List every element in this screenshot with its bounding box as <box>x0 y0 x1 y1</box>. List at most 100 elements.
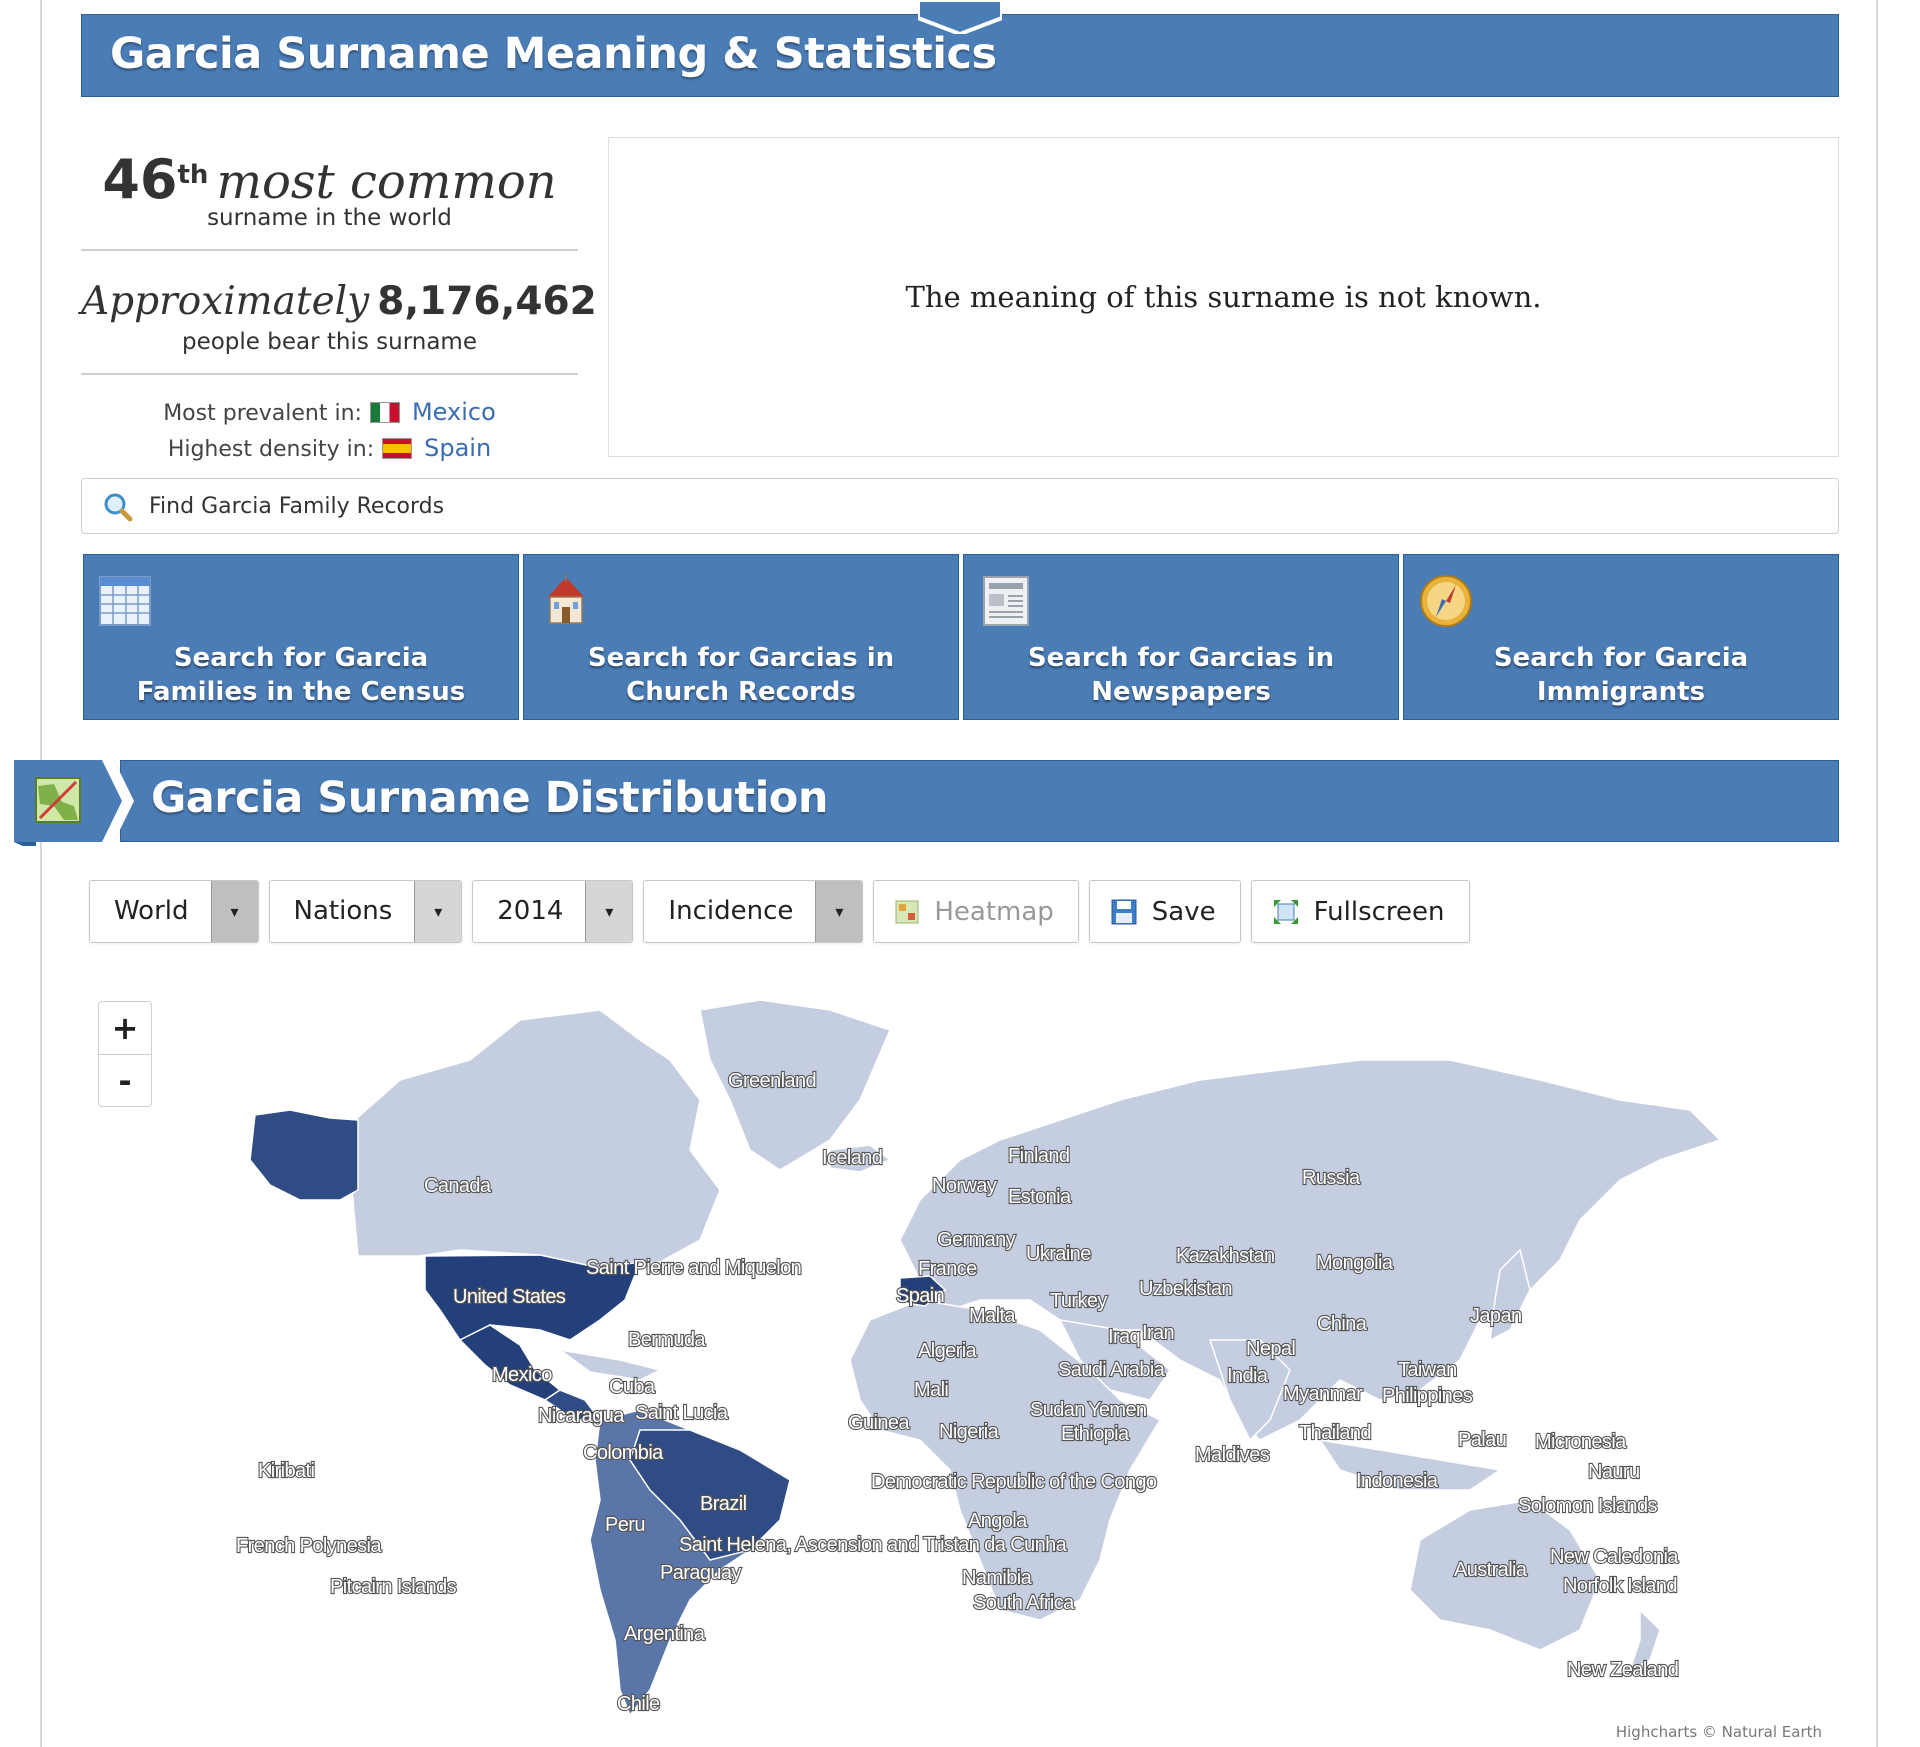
label-greenland: Greenland <box>728 1070 816 1092</box>
tile-newspapers-line2: Newspapers <box>1091 677 1271 707</box>
label-france: France <box>918 1258 977 1280</box>
label-kiribati: Kiribati <box>258 1460 314 1482</box>
label-norfolk: Norfolk Island <box>1563 1575 1677 1597</box>
mexico-region <box>458 1324 562 1401</box>
census-table-icon <box>99 576 151 626</box>
label-iran: Iran <box>1142 1322 1174 1344</box>
label-brazil: Brazil <box>700 1493 747 1515</box>
tile-immigrants-line1: Search for Garcia <box>1493 643 1749 673</box>
prevalence-info: Most prevalent in: Mexico Highest density… <box>81 375 578 467</box>
label-peru: Peru <box>605 1514 645 1536</box>
surname-stats: 46th most common surname in the world App… <box>81 137 597 467</box>
label-spain: Spain <box>896 1285 944 1307</box>
label-indonesia: Indonesia <box>1356 1470 1439 1492</box>
rank-text: most common <box>216 154 557 210</box>
label-china: China <box>1317 1313 1368 1335</box>
newspaper-icon <box>983 576 1029 626</box>
heatmap-button[interactable]: Heatmap <box>873 880 1079 943</box>
level-select[interactable]: Nations ▾ <box>268 880 463 943</box>
label-malta: Malta <box>969 1305 1016 1327</box>
label-cuba: Cuba <box>609 1376 656 1398</box>
record-search-tiles: Search for Garcia Families in the Census … <box>83 554 1839 720</box>
distribution-title: Garcia Surname Distribution <box>151 773 828 823</box>
zoom-controls: + - <box>98 1001 152 1107</box>
magnifier-icon <box>104 493 133 522</box>
label-canada: Canada <box>424 1175 492 1197</box>
population-subtitle: people bear this surname <box>181 329 477 355</box>
fullscreen-button[interactable]: Fullscreen <box>1250 880 1470 943</box>
tile-church-line2: Church Records <box>626 677 856 707</box>
label-germany: Germany <box>937 1229 1016 1251</box>
label-micronesia: Micronesia <box>1535 1431 1627 1453</box>
density-country-link[interactable]: Spain <box>424 434 491 462</box>
rank-stat: 46th most common surname in the world <box>81 137 578 251</box>
meaning-text: The meaning of this surname is not known… <box>905 280 1542 314</box>
year-select[interactable]: 2014 ▾ <box>472 880 634 943</box>
label-iceland: Iceland <box>822 1147 882 1169</box>
label-mali: Mali <box>914 1379 948 1401</box>
tile-immigrants-line2: Immigrants <box>1536 677 1706 707</box>
meaning-panel: The meaning of this surname is not known… <box>608 137 1839 457</box>
year-value: 2014 <box>497 896 564 926</box>
save-button[interactable]: Save <box>1088 880 1241 943</box>
population-stat: Approximately 8,176,462 people bear this … <box>81 251 597 375</box>
label-sudan: Sudan <box>1030 1399 1085 1421</box>
label-russia: Russia <box>1302 1167 1361 1189</box>
label-saint-lucia: Saint Lucia <box>635 1402 729 1424</box>
zoom-in-button[interactable]: + <box>99 1002 151 1054</box>
label-united-states: United States <box>453 1286 566 1308</box>
tile-church-records[interactable]: Search for Garcias in Church Records <box>523 554 959 720</box>
chevron-down-icon: ▾ <box>815 881 863 942</box>
canada-region <box>351 1009 721 1269</box>
prevalent-country-link[interactable]: Mexico <box>412 398 496 426</box>
alaska-region <box>249 1109 359 1201</box>
measure-value: Incidence <box>668 896 794 926</box>
label-india: India <box>1227 1365 1269 1387</box>
label-japan: Japan <box>1470 1305 1522 1327</box>
label-french-polynesia: French Polynesia <box>236 1535 382 1557</box>
fullscreen-label: Fullscreen <box>1313 896 1445 927</box>
page-title: Garcia Surname Meaning & Statistics <box>110 29 997 79</box>
label-estonia: Estonia <box>1008 1186 1072 1208</box>
tile-census-line2: Families in the Census <box>136 677 466 707</box>
label-finland: Finland <box>1008 1145 1069 1167</box>
label-solomon: Solomon Islands <box>1518 1495 1657 1517</box>
label-philippines: Philippines <box>1382 1385 1473 1407</box>
tile-newspapers[interactable]: Search for Garcias in Newspapers <box>963 554 1399 720</box>
label-myanmar: Myanmar <box>1283 1383 1363 1405</box>
population-prefix: Approximately <box>81 279 370 324</box>
label-ukraine: Ukraine <box>1026 1243 1091 1265</box>
distribution-map[interactable]: Greenland Iceland Finland Norway Estonia… <box>95 990 1840 1740</box>
mexico-flag-icon <box>369 401 400 423</box>
label-thailand: Thailand <box>1299 1422 1371 1444</box>
density-label: Highest density in: <box>167 437 375 462</box>
label-colombia: Colombia <box>583 1442 664 1464</box>
spain-flag-icon <box>382 437 413 459</box>
heatmap-label: Heatmap <box>934 896 1054 927</box>
label-yemen: Yemen <box>1088 1399 1147 1421</box>
label-saudi-arabia: Saudi Arabia <box>1058 1359 1166 1381</box>
label-nauru: Nauru <box>1588 1461 1639 1483</box>
label-nigeria: Nigeria <box>939 1421 1000 1443</box>
chevron-down-icon: ▾ <box>585 881 633 942</box>
map-controls: World ▾ Nations ▾ 2014 ▾ Incidence ▾ Hea… <box>89 880 1470 945</box>
map-credits[interactable]: Highcharts © Natural Earth <box>1616 1723 1822 1741</box>
measure-select[interactable]: Incidence ▾ <box>643 880 864 943</box>
label-saint-pierre: Saint Pierre and Miquelon <box>586 1257 801 1279</box>
label-namibia: Namibia <box>962 1567 1033 1589</box>
label-paraguay: Paraguay <box>660 1562 741 1584</box>
banner-notch-icon <box>918 0 1002 34</box>
region-select[interactable]: World ▾ <box>89 880 259 943</box>
label-nicaragua: Nicaragua <box>538 1405 625 1427</box>
tile-church-line1: Search for Garcias in <box>587 643 895 673</box>
zoom-out-button[interactable]: - <box>99 1054 151 1107</box>
save-label: Save <box>1151 896 1216 927</box>
population-number: 8,176,462 <box>377 279 597 324</box>
label-bermuda: Bermuda <box>628 1329 706 1351</box>
tile-census[interactable]: Search for Garcia Families in the Census <box>83 554 519 720</box>
tile-immigrants[interactable]: Search for Garcia Immigrants <box>1403 554 1839 720</box>
map-icon <box>14 760 134 846</box>
label-ethiopia: Ethiopia <box>1061 1423 1130 1445</box>
find-records-bar[interactable]: Find Garcia Family Records <box>81 478 1839 534</box>
save-icon <box>1111 899 1137 924</box>
